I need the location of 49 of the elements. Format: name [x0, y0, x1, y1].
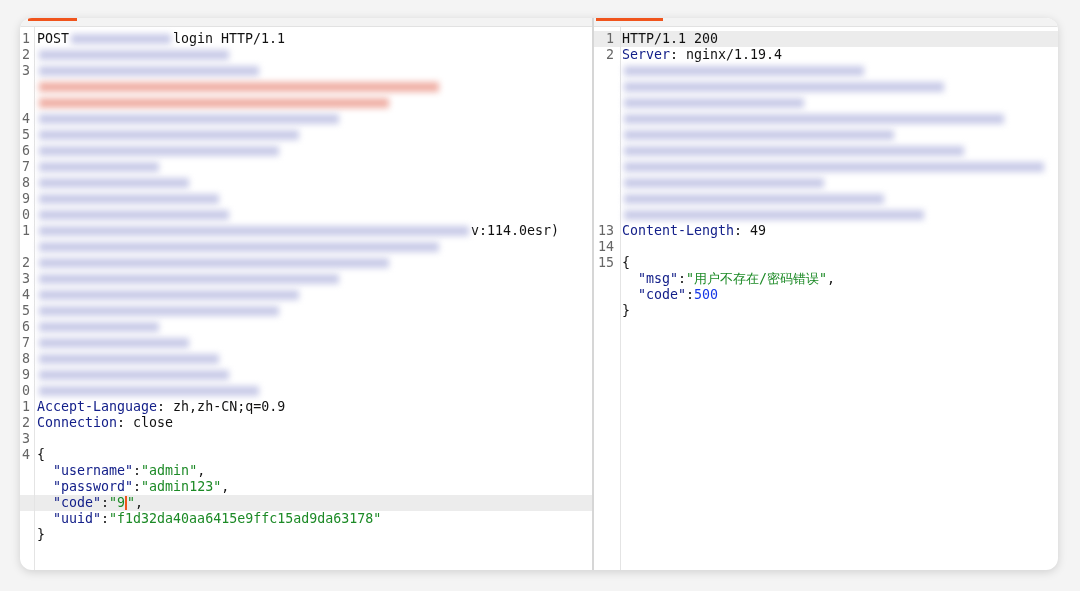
line-number: 2	[605, 47, 615, 63]
line-number: 3	[21, 63, 31, 79]
line-number: 3	[21, 431, 31, 447]
line-number: 1	[21, 399, 31, 415]
code-line: Server: nginx/1.19.4	[622, 47, 783, 63]
line-number: 14	[597, 239, 615, 255]
code-text: login HTTP/1.1	[173, 31, 286, 47]
line-number: 2	[21, 255, 31, 271]
line-number: 8	[21, 351, 31, 367]
line-number: 4	[21, 287, 31, 303]
line-number: 1	[21, 223, 31, 239]
code-line: "code":500	[637, 287, 719, 303]
code-line: HTTP/1.1 200	[622, 31, 719, 47]
code-line: "msg":"用户不存在/密码错误",	[637, 271, 836, 287]
line-number: 9	[21, 367, 31, 383]
line-number: 5	[21, 127, 31, 143]
line-number: 0	[21, 383, 31, 399]
line-number: 1	[605, 31, 615, 47]
code-line: "code":"9",	[52, 495, 144, 511]
line-number: 4	[21, 447, 31, 463]
line-number: 2	[21, 415, 31, 431]
tab-indicator	[596, 18, 663, 21]
line-number: 0	[21, 207, 31, 223]
line-number: 3	[21, 271, 31, 287]
tab-indicator	[28, 18, 77, 21]
code-line: {	[37, 447, 45, 463]
line-number: 6	[21, 319, 31, 335]
code-line: }	[622, 303, 630, 319]
line-number: 7	[21, 335, 31, 351]
line-number: 2	[21, 47, 31, 63]
code-text: POST	[37, 31, 70, 47]
code-line: "uuid":"f1d32da40aa6415e9ffc15ad9da63178"	[52, 511, 382, 527]
code-line: Accept-Language: zh,zh-CN;q=0.9	[37, 399, 286, 415]
code-line: "username":"admin",	[52, 463, 206, 479]
line-number: 15	[597, 255, 615, 271]
line-number: 6	[21, 143, 31, 159]
code-line: Content-Length: 49	[622, 223, 767, 239]
line-number: 1	[21, 31, 31, 47]
line-number: 8	[21, 175, 31, 191]
code-line: Connection: close	[37, 415, 174, 431]
code-line: "password":"admin123",	[52, 479, 230, 495]
code-text: v:114.0esr)	[471, 223, 560, 239]
line-number: 13	[597, 223, 615, 239]
code-line: }	[37, 527, 45, 543]
code-line: {	[622, 255, 630, 271]
line-number: 9	[21, 191, 31, 207]
line-number: 4	[21, 111, 31, 127]
line-number: 5	[21, 303, 31, 319]
line-number: 7	[21, 159, 31, 175]
